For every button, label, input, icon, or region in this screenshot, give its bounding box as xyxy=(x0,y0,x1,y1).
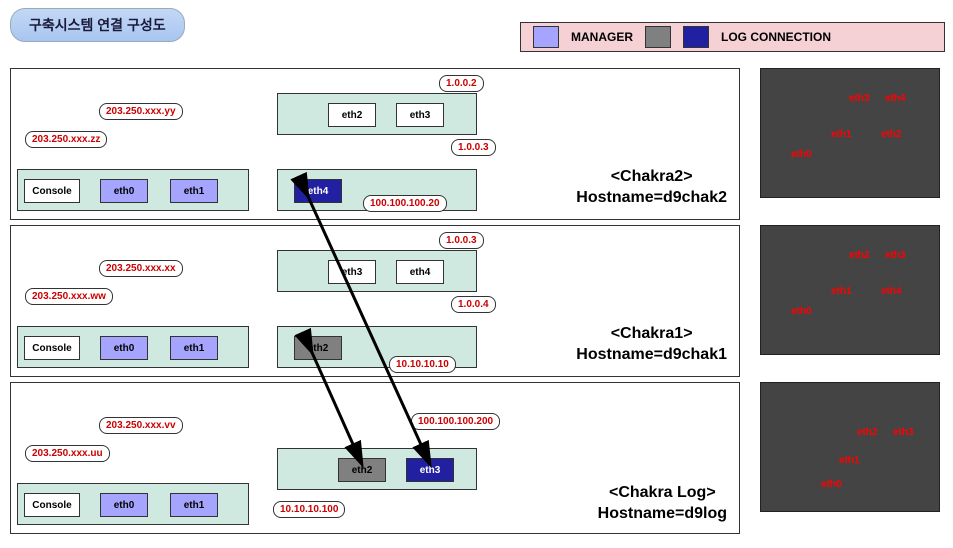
r2-ip-bot: 1.0.0.4 xyxy=(451,296,496,313)
r2-rightA: eth3 eth4 xyxy=(277,250,477,292)
r3-host-name: Hostname=d9log xyxy=(598,504,727,525)
r2-port-eth4: eth4 xyxy=(396,260,444,284)
r3-port-console: Console xyxy=(24,493,80,517)
r1-ip-bot: 1.0.0.3 xyxy=(451,139,496,156)
row-chakra2: Console eth0 eth1 203.250.xxx.zz 203.250… xyxy=(10,68,740,220)
r2-host-title: <Chakra1> xyxy=(576,324,727,345)
r2-port-eth1: eth1 xyxy=(170,336,218,360)
r2-port-eth0: eth0 xyxy=(100,336,148,360)
p1-eth3: eth3 xyxy=(849,93,870,104)
r3-port-eth3: eth3 xyxy=(406,458,454,482)
r1-ip-eth4: 100.100.100.20 xyxy=(363,195,447,212)
r3-ip-eth2: 10.10.10.100 xyxy=(273,501,345,518)
p3-eth0: eth0 xyxy=(821,479,842,490)
p2-eth3: eth3 xyxy=(885,250,906,261)
r3-port-eth0: eth0 xyxy=(100,493,148,517)
r2-host: <Chakra1> Hostname=d9chak1 xyxy=(576,324,727,366)
r1-ip-top: 1.0.0.2 xyxy=(439,75,484,92)
r1-rightA: eth2 eth3 xyxy=(277,93,477,135)
r1-port-eth0: eth0 xyxy=(100,179,148,203)
r3-rightB: eth2 eth3 xyxy=(277,448,477,490)
r3-port-eth1: eth1 xyxy=(170,493,218,517)
photo-2: eth2 eth3 eth1 eth4 eth0 xyxy=(760,225,940,355)
r1-host-title: <Chakra2> xyxy=(576,167,727,188)
p2-eth0: eth0 xyxy=(791,306,812,317)
p1-eth2: eth2 xyxy=(881,129,902,140)
legend: MANAGER LOG CONNECTION xyxy=(520,22,945,52)
p2-eth4: eth4 xyxy=(881,286,902,297)
r1-port-eth4: eth4 xyxy=(294,179,342,203)
photo-1: eth3 eth4 eth1 eth2 eth0 xyxy=(760,68,940,198)
p1-eth0: eth0 xyxy=(791,149,812,160)
r1-port-eth1: eth1 xyxy=(170,179,218,203)
r2-left-box: Console eth0 eth1 xyxy=(17,326,249,368)
r2-ip-top: 1.0.0.3 xyxy=(439,232,484,249)
title-pill: 구축시스템 연결 구성도 xyxy=(10,8,185,42)
p1-eth4: eth4 xyxy=(885,93,906,104)
r3-left-box: Console eth0 eth1 xyxy=(17,483,249,525)
r3-host: <Chakra Log> Hostname=d9log xyxy=(598,483,727,525)
r3-host-title: <Chakra Log> xyxy=(598,483,727,504)
p2-eth2: eth2 xyxy=(849,250,870,261)
r1-port-eth2: eth2 xyxy=(328,103,376,127)
row-chakra1: Console eth0 eth1 203.250.xxx.ww 203.250… xyxy=(10,225,740,377)
photo-3: eth2 eth3 eth1 eth0 xyxy=(760,382,940,512)
r3-ip1: 203.250.xxx.uu xyxy=(25,445,110,462)
r2-ip-eth2: 10.10.10.10 xyxy=(389,356,456,373)
row-chakralog: Console eth0 eth1 203.250.xxx.uu 203.250… xyxy=(10,382,740,534)
r2-host-name: Hostname=d9chak1 xyxy=(576,345,727,366)
r1-host-name: Hostname=d9chak2 xyxy=(576,188,727,209)
r1-port-eth3: eth3 xyxy=(396,103,444,127)
r2-port-eth3: eth3 xyxy=(328,260,376,284)
r3-port-eth2: eth2 xyxy=(338,458,386,482)
legend-box-log xyxy=(683,26,709,48)
r2-port-console: Console xyxy=(24,336,80,360)
p3-eth1: eth1 xyxy=(839,455,860,466)
legend-label-log: LOG CONNECTION xyxy=(721,30,831,44)
r2-ip1: 203.250.xxx.ww xyxy=(25,288,113,305)
r1-host: <Chakra2> Hostname=d9chak2 xyxy=(576,167,727,209)
r1-left-box: Console eth0 eth1 xyxy=(17,169,249,211)
r2-ip2: 203.250.xxx.xx xyxy=(99,260,183,277)
p3-eth2: eth2 xyxy=(857,427,878,438)
r1-ip2: 203.250.xxx.yy xyxy=(99,103,183,120)
legend-box-manager xyxy=(533,26,559,48)
r2-port-eth2: eth2 xyxy=(294,336,342,360)
p1-eth1: eth1 xyxy=(831,129,852,140)
legend-box-gray xyxy=(645,26,671,48)
r1-port-console: Console xyxy=(24,179,80,203)
p3-eth3: eth3 xyxy=(893,427,914,438)
r3-ip2: 203.250.xxx.vv xyxy=(99,417,183,434)
r1-ip1: 203.250.xxx.zz xyxy=(25,131,107,148)
p2-eth1: eth1 xyxy=(831,286,852,297)
legend-label-manager: MANAGER xyxy=(571,30,633,44)
r3-ip-eth3: 100.100.100.200 xyxy=(411,413,500,430)
